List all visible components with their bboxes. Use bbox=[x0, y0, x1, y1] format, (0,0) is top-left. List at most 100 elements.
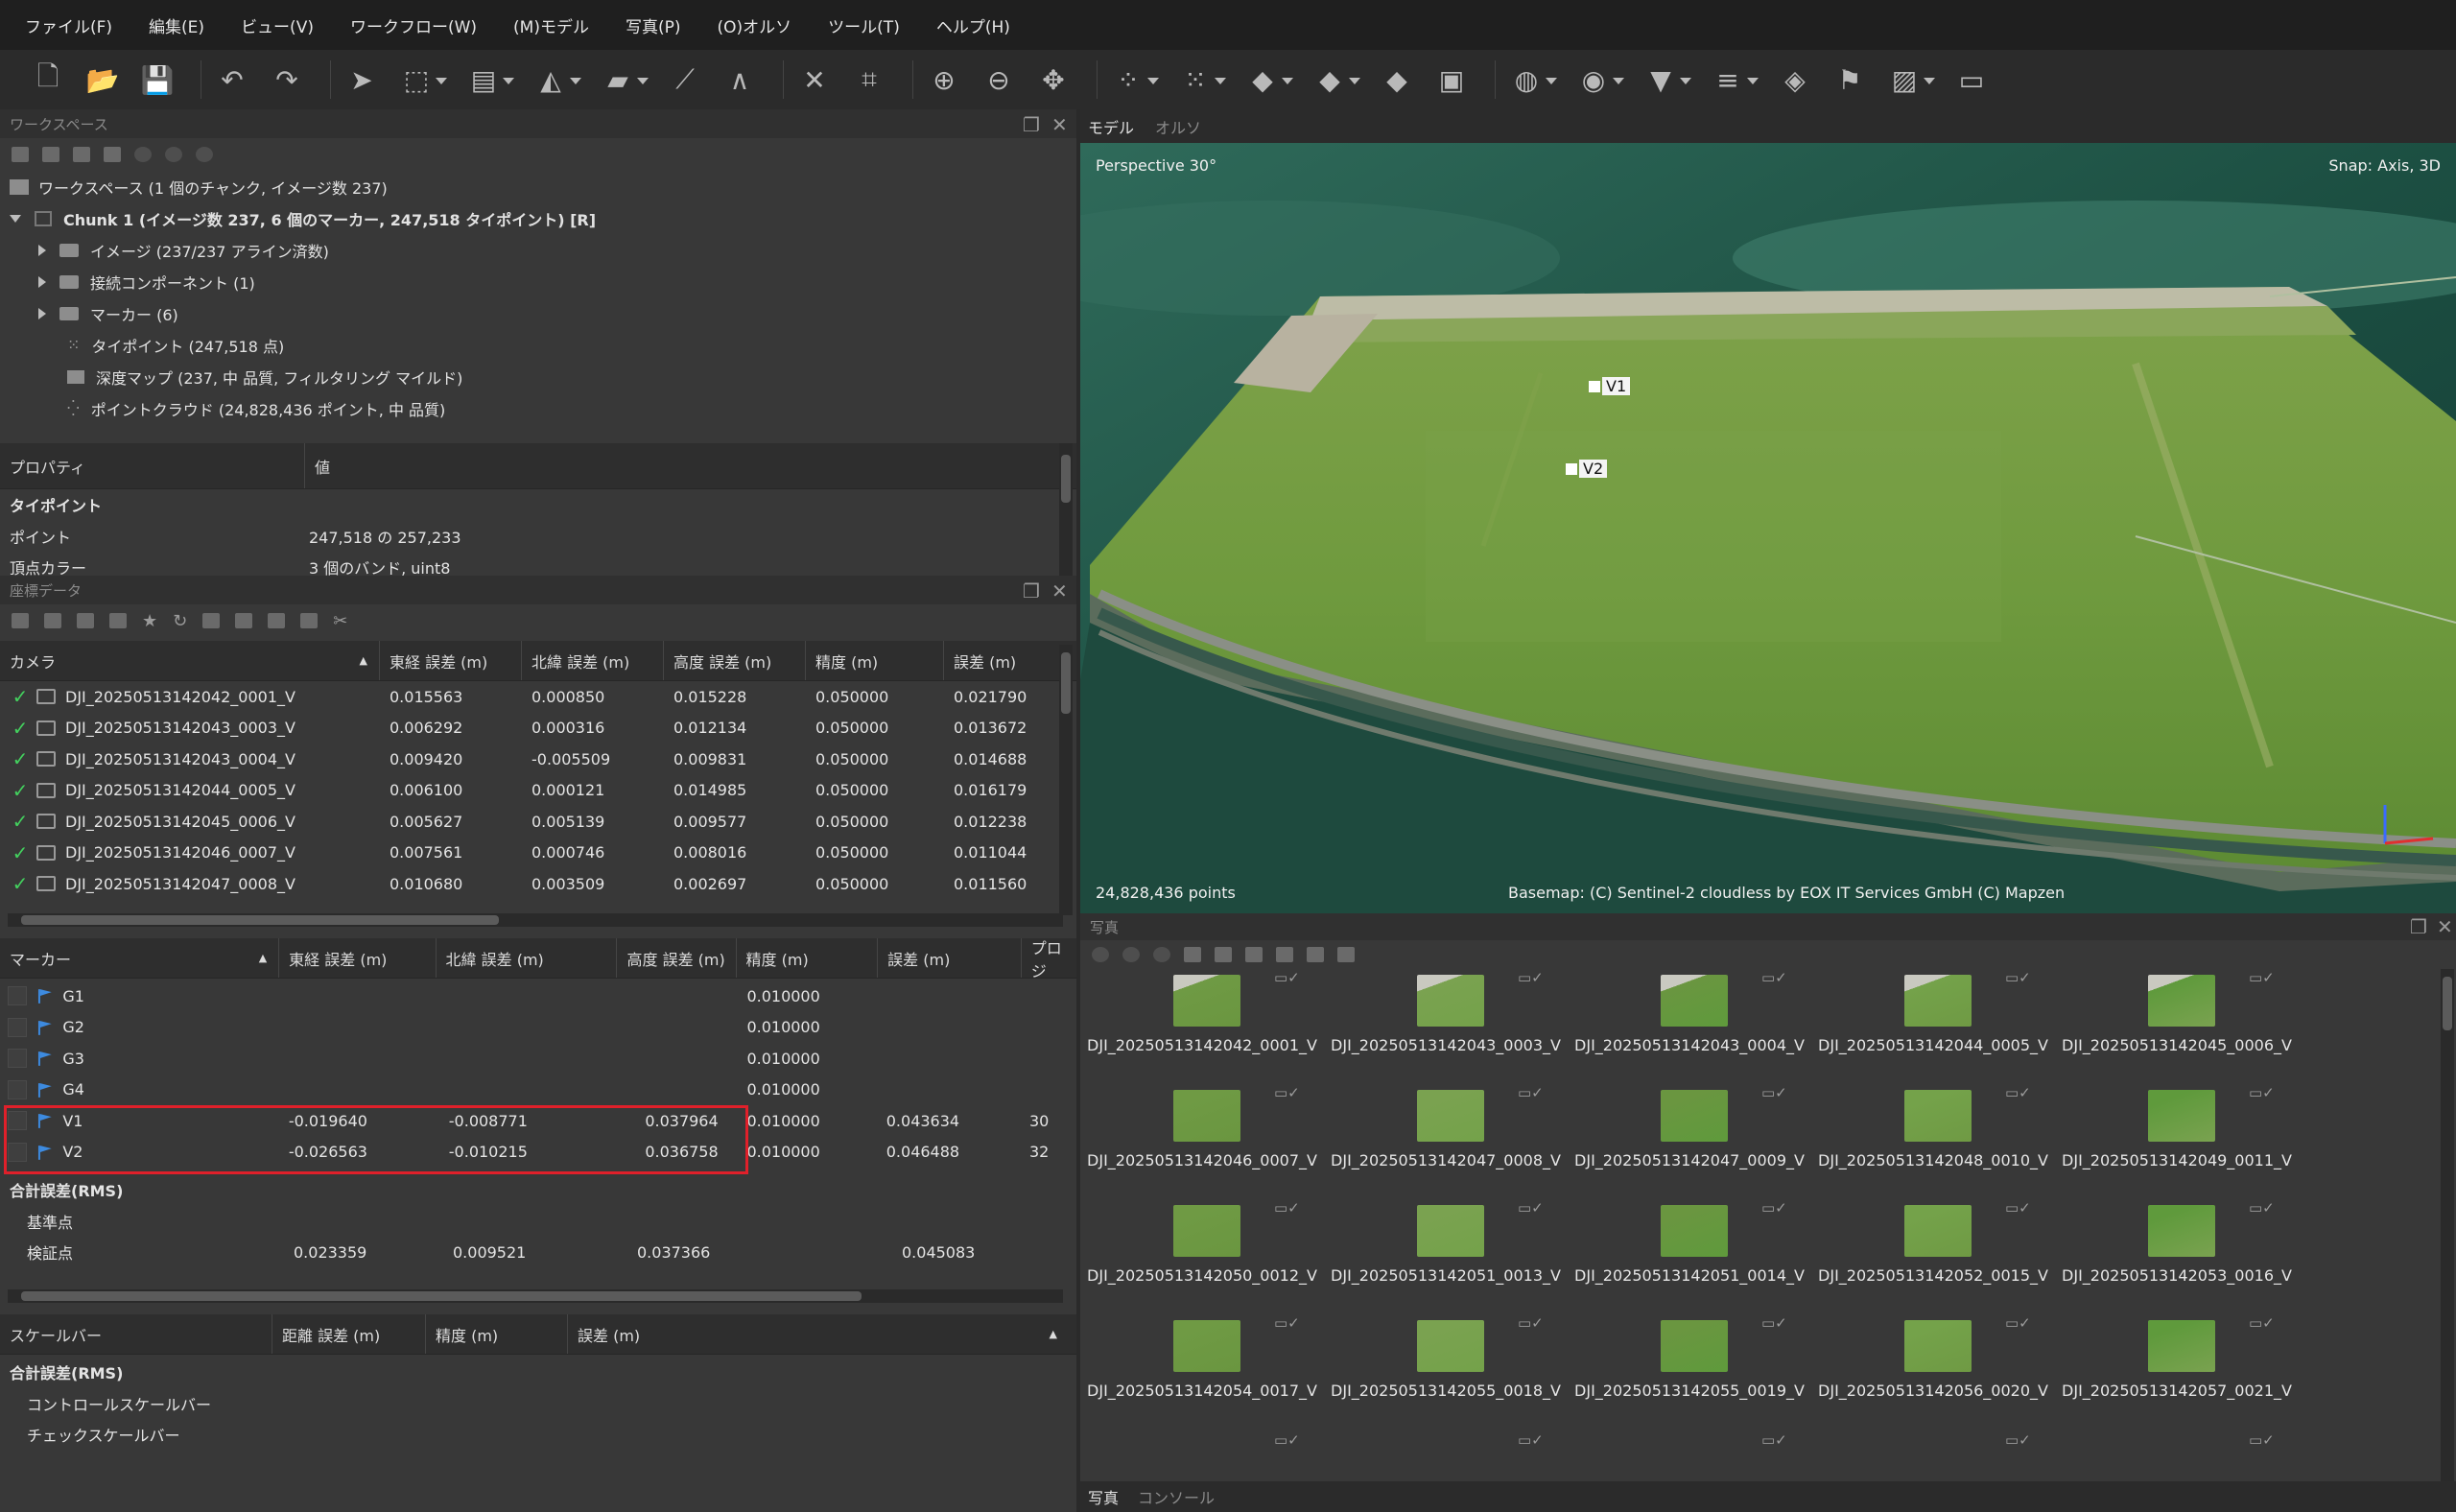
photo-item[interactable]: ▭✓ DJI_20250513142055_0019_V bbox=[1568, 1314, 1811, 1429]
camera-row[interactable]: ✓ DJI_20250513142042_0001_V 0.015563 0.0008… bbox=[0, 681, 1076, 713]
col-east[interactable]: 東経 誤差 (m) bbox=[380, 641, 522, 680]
tree-item-tiepoints[interactable]: ⁙ タイポイント (247,518 点) bbox=[10, 329, 1076, 361]
photo-thumbnail[interactable] bbox=[2148, 975, 2215, 1027]
col-north[interactable]: 北緯 誤差 (m) bbox=[437, 938, 618, 978]
globe-icon[interactable]: ◍ bbox=[1505, 59, 1557, 101]
photo-view-icon[interactable]: ▨ bbox=[1883, 59, 1935, 101]
rotate-left-icon[interactable] bbox=[1184, 947, 1201, 962]
photo-item[interactable]: ▭✓ DJI_20250513142047_0009_V bbox=[1568, 1084, 1811, 1199]
remove-icon[interactable] bbox=[1153, 947, 1170, 962]
col-accuracy[interactable]: 精度 (m) bbox=[806, 641, 944, 680]
col-error[interactable]: 誤差 (m) bbox=[944, 641, 1057, 680]
view-source-icon[interactable] bbox=[202, 613, 221, 628]
photo-item[interactable]: ▭✓ DJI_20250513142054_0017_V bbox=[1080, 1314, 1324, 1429]
photo-thumbnail[interactable] bbox=[1904, 1320, 1972, 1372]
photo-item[interactable]: ▭✓ DJI_20250513142050_0012_V bbox=[1080, 1199, 1324, 1314]
photo-item[interactable]: ▭✓ DJI_20250513142053_0016_V bbox=[2055, 1199, 2299, 1314]
add-chunk-icon[interactable] bbox=[12, 147, 29, 162]
col-north[interactable]: 北緯 誤差 (m) bbox=[522, 641, 664, 680]
shape-icon[interactable]: ◆ bbox=[1241, 59, 1293, 101]
sort-up-icon[interactable]: ▲ bbox=[259, 952, 267, 964]
rectangle-select-icon[interactable]: ⬚ bbox=[395, 59, 447, 101]
add-photos-icon[interactable] bbox=[42, 147, 59, 162]
mesh-icon[interactable]: ◆ bbox=[1309, 59, 1360, 101]
enabled-checkbox[interactable]: ✓ bbox=[10, 685, 31, 708]
tree-item-components[interactable]: 接続コンポーネント (1) bbox=[10, 266, 1076, 297]
enabled-checkbox[interactable] bbox=[8, 1017, 27, 1037]
photo-thumbnail[interactable] bbox=[1417, 1320, 1484, 1372]
workspace-root[interactable]: ワークスペース (1 個のチャンク, イメージ数 237) bbox=[10, 171, 1076, 202]
camera-row[interactable]: ✓ DJI_20250513142045_0006_V 0.005627 0.0051… bbox=[0, 806, 1076, 838]
mask-icon[interactable] bbox=[1276, 947, 1293, 962]
delete-icon[interactable]: ✕ bbox=[793, 59, 836, 101]
tab-photos[interactable]: 写真 bbox=[1088, 1485, 1119, 1508]
menu-item-3[interactable]: ワークフロー(W) bbox=[350, 13, 477, 37]
tree-item-pointcloud[interactable]: ⁛ ポイントクラウド (24,828,436 ポイント, 中 品質) bbox=[10, 392, 1076, 424]
col-alt[interactable]: 高度 誤差 (m) bbox=[664, 641, 806, 680]
photo-item[interactable]: ▭✓ DJI_20250513142043_0004_V bbox=[1568, 969, 1811, 1084]
photo-thumbnail[interactable] bbox=[1417, 1205, 1484, 1257]
disable-icon[interactable] bbox=[1122, 947, 1140, 962]
tree-item-images[interactable]: イメージ (237/237 アライン済数) bbox=[10, 234, 1076, 266]
layers-icon[interactable]: ▭ bbox=[1950, 59, 1993, 101]
menu-item-0[interactable]: ファイル(F) bbox=[25, 13, 112, 37]
marker-hscrollbar[interactable] bbox=[8, 1289, 1063, 1303]
photo-item[interactable]: ▭✓ DJI_20250513142045_0006_V bbox=[2055, 969, 2299, 1084]
enable-icon[interactable] bbox=[1092, 947, 1109, 962]
photo-thumbnail[interactable] bbox=[2148, 1320, 2215, 1372]
menu-item-7[interactable]: ツール(T) bbox=[828, 13, 900, 37]
angle-icon[interactable]: ∧ bbox=[719, 59, 761, 101]
add-marker-icon[interactable] bbox=[73, 147, 90, 162]
enabled-checkbox[interactable]: ✓ bbox=[10, 717, 31, 740]
collapse-icon[interactable] bbox=[10, 214, 21, 223]
col-east[interactable]: 東経 誤差 (m) bbox=[279, 938, 437, 978]
points-icon[interactable]: ⁘ bbox=[1107, 59, 1159, 101]
photo-thumbnail[interactable] bbox=[2148, 1090, 2215, 1142]
photos-scrollbar[interactable] bbox=[2441, 969, 2454, 1481]
tab-ortho[interactable]: オルソ bbox=[1155, 115, 1201, 138]
view-estimated-icon[interactable] bbox=[235, 613, 253, 628]
camera-vscrollbar[interactable] bbox=[1059, 645, 1073, 915]
photo-item[interactable]: ▭✓ DJI_20250513142056_0020_V bbox=[1811, 1314, 2055, 1429]
photo-thumbnail[interactable] bbox=[1904, 1090, 1972, 1142]
col-projections[interactable]: プロジ bbox=[1022, 938, 1076, 980]
marker-v1[interactable]: V1 bbox=[1589, 377, 1631, 395]
export-reference-icon[interactable] bbox=[44, 613, 61, 628]
pointer-icon[interactable]: ➤ bbox=[341, 59, 383, 101]
photo-thumbnail[interactable] bbox=[1661, 975, 1728, 1027]
close-icon[interactable]: ✕ bbox=[1051, 113, 1068, 136]
model-viewport[interactable]: Perspective 30° Snap: Axis, 3D 24,828,43… bbox=[1080, 143, 2456, 913]
tab-model[interactable]: モデル bbox=[1088, 115, 1134, 138]
crop-icon[interactable]: ⌗ bbox=[848, 59, 890, 101]
enable-icon[interactable] bbox=[134, 147, 152, 162]
enabled-checkbox[interactable]: ✓ bbox=[10, 841, 31, 864]
photo-item[interactable]: ▭✓ DJI_20250513142046_0007_V bbox=[1080, 1084, 1324, 1199]
settings-icon[interactable] bbox=[300, 613, 319, 628]
col-alt[interactable]: 高度 誤差 (m) bbox=[617, 938, 737, 978]
tree-item-markers[interactable]: マーカー (6) bbox=[10, 297, 1076, 329]
marker-row[interactable]: G2 0.010000 bbox=[0, 1012, 1076, 1044]
col-marker[interactable]: マーカー ▲ bbox=[0, 938, 280, 978]
filter-icon[interactable] bbox=[1245, 947, 1263, 962]
menu-item-2[interactable]: ビュー(V) bbox=[241, 13, 314, 37]
image-icon[interactable]: ▣ bbox=[1430, 59, 1473, 101]
col-distance[interactable]: 距離 誤差 (m) bbox=[272, 1314, 426, 1354]
marker-v2[interactable]: V2 bbox=[1566, 460, 1608, 478]
remove-icon[interactable] bbox=[196, 147, 213, 162]
photo-thumbnail[interactable] bbox=[1173, 1205, 1240, 1257]
menu-item-5[interactable]: 写真(P) bbox=[626, 13, 681, 37]
marker-row[interactable]: G4 0.010000 bbox=[0, 1075, 1076, 1106]
import-icon[interactable] bbox=[104, 147, 121, 162]
enabled-checkbox[interactable] bbox=[8, 1079, 27, 1099]
enabled-checkbox[interactable] bbox=[8, 1049, 27, 1069]
menu-lines-icon[interactable]: ≡ bbox=[1707, 59, 1759, 101]
tag-icon[interactable]: ◆ bbox=[1376, 59, 1418, 101]
expand-icon[interactable] bbox=[38, 307, 46, 319]
grid-points-icon[interactable]: ⁙ bbox=[1174, 59, 1226, 101]
enabled-checkbox[interactable]: ✓ bbox=[10, 872, 31, 895]
photo-item[interactable]: ▭✓ DJI_20250513142051_0014_V bbox=[1568, 1199, 1811, 1314]
enabled-checkbox[interactable]: ✓ bbox=[10, 779, 31, 802]
col-scalebar[interactable]: スケールバー bbox=[0, 1314, 272, 1354]
new-document-icon[interactable]: 🗋 bbox=[27, 59, 69, 101]
photo-item[interactable]: ▭✓ DJI_20250513142052_0015_V bbox=[1811, 1199, 2055, 1314]
